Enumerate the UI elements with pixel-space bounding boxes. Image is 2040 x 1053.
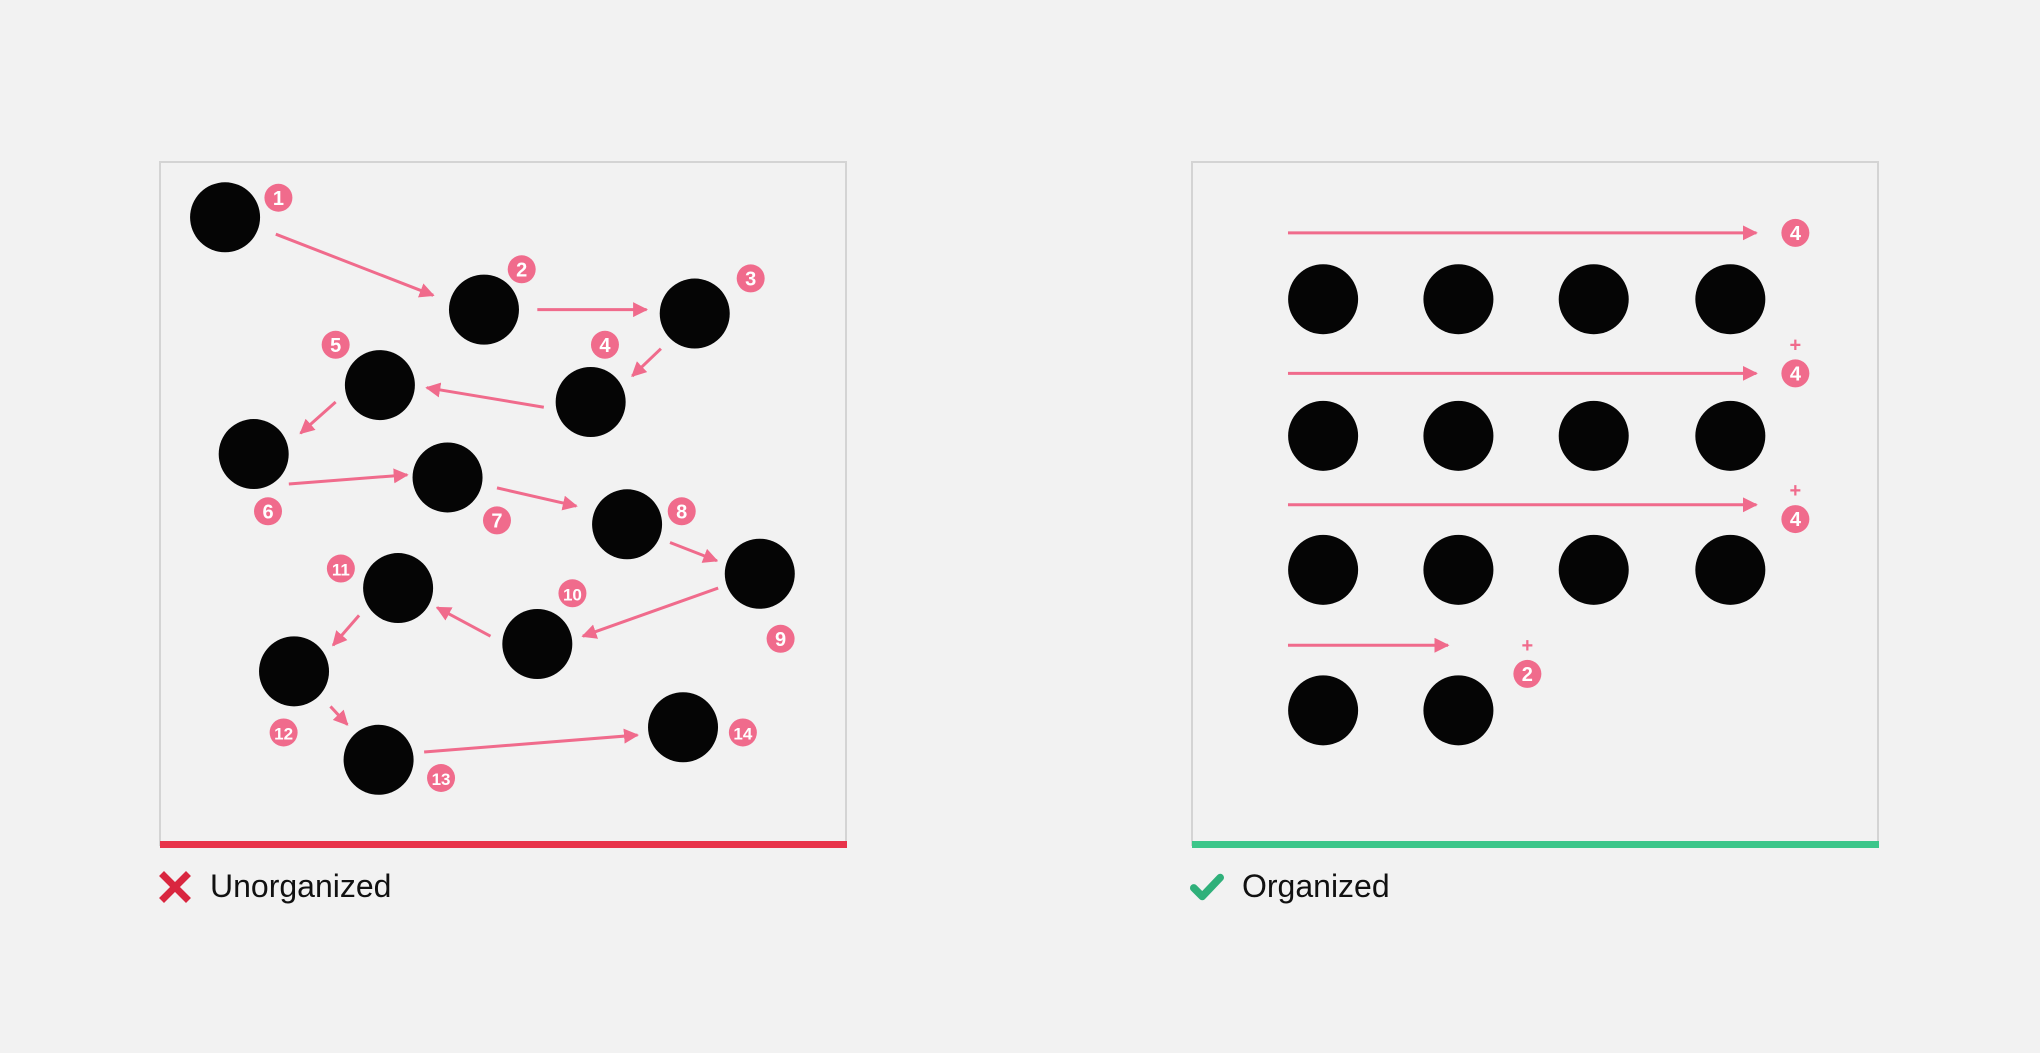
grid-dot	[1288, 264, 1359, 335]
dot-10	[502, 608, 573, 679]
svg-text:3: 3	[745, 268, 756, 290]
check-icon	[1190, 870, 1224, 904]
dot-1	[190, 182, 261, 253]
step-badge-14: 14	[728, 718, 757, 747]
dot-13	[343, 724, 414, 795]
dot-2	[448, 274, 519, 345]
svg-text:14: 14	[733, 724, 752, 743]
svg-text:4: 4	[1790, 509, 1802, 531]
svg-text:2: 2	[1522, 664, 1533, 686]
step-badge-10: 10	[558, 579, 587, 608]
caption-organized-label: Organized	[1242, 868, 1390, 904]
grid-dot	[1695, 400, 1766, 471]
step-badge-4: 4	[590, 330, 619, 359]
row-count-badge-2: 4	[1781, 359, 1810, 388]
svg-text:4: 4	[599, 335, 611, 357]
dot-14	[648, 692, 719, 763]
plus-sign: +	[1790, 480, 1802, 502]
step-badge-1: 1	[264, 183, 293, 212]
step-badge-11: 11	[326, 554, 355, 583]
grid-dot	[1288, 534, 1359, 605]
grid-dot	[1558, 534, 1629, 605]
step-badge-2: 2	[507, 255, 536, 284]
svg-text:10: 10	[563, 585, 582, 604]
step-badge-12: 12	[269, 718, 298, 747]
dot-11	[363, 553, 434, 624]
caption-unorganized-label: Unorganized	[210, 868, 392, 904]
svg-text:4: 4	[1790, 223, 1802, 245]
svg-text:4: 4	[1790, 363, 1802, 385]
svg-text:5: 5	[330, 335, 341, 357]
grid-dot	[1558, 264, 1629, 335]
dot-9	[724, 538, 795, 609]
caption-organized: Organized	[1190, 868, 1390, 905]
grid-dot	[1423, 534, 1494, 605]
step-badge-7: 7	[482, 506, 511, 535]
grid-dot	[1558, 400, 1629, 471]
caption-unorganized: Unorganized	[158, 868, 391, 905]
step-badge-6: 6	[254, 497, 283, 526]
dot-12	[259, 636, 330, 707]
step-badge-9: 9	[766, 624, 795, 653]
grid-dot	[1423, 264, 1494, 335]
svg-text:13: 13	[432, 770, 451, 789]
plus-sign: +	[1790, 334, 1802, 356]
cross-icon	[158, 870, 192, 904]
step-badge-13: 13	[427, 763, 456, 792]
right-panel-bar	[1192, 841, 1879, 848]
grid-dot	[1695, 264, 1766, 335]
svg-text:7: 7	[491, 510, 502, 532]
grid-dot	[1288, 675, 1359, 746]
dot-3	[659, 278, 730, 349]
dot-5	[344, 350, 415, 421]
svg-text:1: 1	[273, 188, 284, 210]
dot-7	[412, 442, 483, 513]
row-count-badge-3: 4	[1781, 505, 1810, 534]
row-count-badge-1: 4	[1781, 218, 1810, 247]
grid-dot	[1423, 400, 1494, 471]
grid-dot	[1288, 400, 1359, 471]
svg-text:8: 8	[676, 501, 687, 523]
grid-dot	[1695, 534, 1766, 605]
row-count-badge-4: 2	[1513, 659, 1542, 688]
svg-text:9: 9	[775, 629, 786, 651]
step-badge-8: 8	[667, 497, 696, 526]
step-badge-5: 5	[321, 330, 350, 359]
grid-dot	[1423, 675, 1494, 746]
step-badge-3: 3	[736, 264, 765, 293]
svg-text:11: 11	[332, 561, 350, 580]
svg-text:12: 12	[274, 724, 293, 743]
svg-text:6: 6	[262, 501, 273, 523]
plus-sign: +	[1522, 635, 1534, 657]
dot-8	[592, 489, 663, 560]
left-panel-bar	[160, 841, 847, 848]
dot-4	[555, 367, 626, 438]
dot-6	[218, 419, 289, 490]
svg-text:2: 2	[516, 259, 527, 281]
